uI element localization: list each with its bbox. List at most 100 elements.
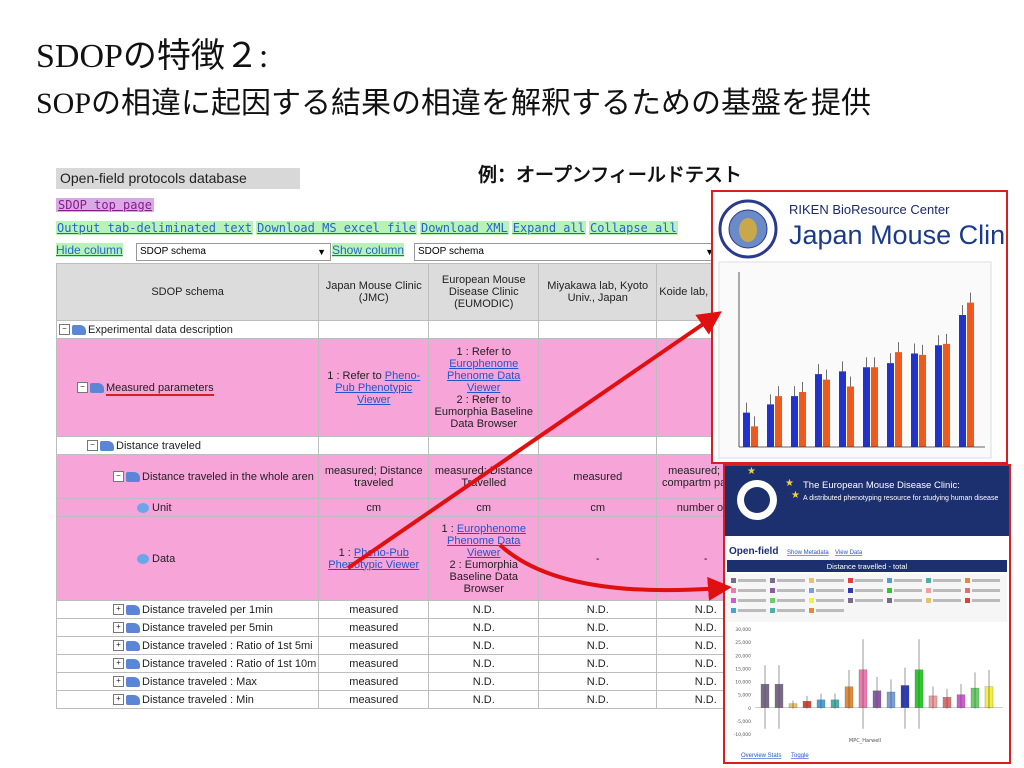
row-label[interactable]: − Measured parameters [55,338,320,437]
download-links: Output tab-deliminated text Download MS … [56,221,678,235]
cell-text: 2 : Eumorphia Baseline Data Browser [449,558,519,595]
legend-label-placeholder [738,599,766,602]
collapse-icon[interactable]: − [77,382,88,394]
row-label[interactable]: + Distance traveled per 1min [55,600,320,619]
legend-swatch [848,588,853,593]
folder-icon [126,471,140,482]
output-tab-text-link[interactable]: Output tab-deliminated text [56,221,254,235]
legend-swatch [965,578,970,583]
show-column-select[interactable]: SDOP schema ▼ [414,243,719,261]
legend-label-placeholder [777,579,805,582]
eumodic-panel-graphic: ★ ★ ★ The European Mouse Disease Clinic:… [725,466,1009,759]
legend-label-placeholder [933,599,961,602]
hide-column-select[interactable]: SDOP schema ▼ [136,243,331,261]
legend-label-placeholder [738,609,766,612]
row-label-text: Distance traveled : Ratio of 1st 10m [142,657,317,670]
star-icon: ★ [785,478,794,489]
table-row: Data 1 : Pheno-Pub Phenotypic Viewer 1 :… [55,516,756,601]
show-metadata-link[interactable]: Show Metadata [787,550,829,556]
miyakawa-cell: N.D. [538,636,658,655]
expand-icon[interactable]: + [113,694,124,706]
sdop-top-page-link[interactable]: SDOP top page [56,198,154,212]
jmc-bar [751,426,758,447]
miyakawa-cell: N.D. [538,690,658,709]
collapse-icon[interactable]: − [59,324,70,336]
expand-icon[interactable]: + [113,658,124,670]
header-jmc: Japan Mouse Clinic (JMC) [318,263,430,321]
legend-swatch [809,588,814,593]
row-label: Unit [55,498,320,517]
y-tick-label: -5,000 [736,719,751,725]
legend-label-placeholder [816,589,844,592]
eumodic-cell: N.D. [428,672,540,691]
legend-swatch [887,598,892,603]
toggle-link[interactable]: Toggle [791,753,809,759]
jmc-bar [767,404,774,447]
row-label[interactable]: + Distance traveled : Ratio of 1st 10m [55,654,320,673]
legend-swatch [770,608,775,613]
jmc-cell: measured [318,600,430,619]
table-row: + Distance traveled per 1min measured N.D… [55,600,756,619]
table-header-row: SDOP schema Japan Mouse Clinic (JMC) Eur… [55,263,756,321]
legend-swatch [770,588,775,593]
expand-icon[interactable]: + [113,640,124,652]
jmc-bar [743,412,750,447]
overview-stats-link[interactable]: Overview Stats [741,753,781,759]
expand-all-link[interactable]: Expand all [511,221,586,235]
view-data-link[interactable]: View Data [835,550,863,556]
database-title: Open-field protocols database [56,168,300,189]
sdop-table: SDOP schema Japan Mouse Clinic (JMC) Eur… [55,263,756,709]
jmc-bar [839,371,846,447]
table-row: + Distance traveled : Ratio of 1st 5mi me… [55,636,756,655]
miyakawa-cell: N.D. [538,618,658,637]
jmc-bar [959,315,966,447]
jmc-cell: measured [318,618,430,637]
row-label-text: Distance traveled per 5min [142,621,273,634]
download-excel-link[interactable]: Download MS excel file [256,221,418,235]
legend-label-placeholder [894,599,922,602]
show-column-link[interactable]: Show column [332,243,405,257]
europhenome-link[interactable]: Europhenome Phenome Data Viewer [447,523,526,559]
legend-swatch [809,578,814,583]
legend-label-placeholder [894,579,922,582]
expand-icon[interactable]: + [113,676,124,688]
download-xml-link[interactable]: Download XML [420,221,509,235]
legend-swatch [848,598,853,603]
miyakawa-cell: N.D. [538,600,658,619]
collapse-icon[interactable]: − [87,440,98,452]
cell-text: 1 : [338,546,354,559]
header-miyakawa: Miyakawa lab, Kyoto Univ., Japan [538,263,658,321]
jmc-bar [967,302,974,447]
jmc-bar [935,345,942,447]
slide-title: SDOPの特徴２: [36,38,269,75]
row-label[interactable]: + Distance traveled : Max [55,672,320,691]
jmc-bar [919,354,926,447]
row-label-text: Measured parameters [106,381,214,396]
star-icon: ★ [791,490,800,501]
legend-label-placeholder [855,579,883,582]
legend-label-placeholder [933,579,961,582]
expand-icon[interactable]: + [113,622,124,634]
folder-icon [126,604,140,615]
row-label-text: Distance traveled : Max [142,675,257,688]
miyakawa-cell: - [538,516,658,601]
row-label[interactable]: − Experimental data description [55,320,320,339]
leaf-icon [137,553,149,564]
hide-column-link[interactable]: Hide column [56,243,123,257]
eumodic-cell: measured; Distance Travelled [428,454,540,499]
row-label[interactable]: + Distance traveled : Ratio of 1st 5mi [55,636,320,655]
row-label[interactable]: − Distance traveled [55,436,320,455]
legend-swatch [926,598,931,603]
row-label[interactable]: + Distance traveled : Min [55,690,320,709]
collapse-all-link[interactable]: Collapse all [588,221,678,235]
row-label[interactable]: + Distance traveled per 5min [55,618,320,637]
legend-label-placeholder [816,609,844,612]
legend-label-placeholder [738,579,766,582]
miyakawa-cell: N.D. [538,654,658,673]
collapse-icon[interactable]: − [113,471,124,483]
row-label[interactable]: − Distance traveled in the whole aren [55,454,320,499]
legend-label-placeholder [972,589,1000,592]
folder-icon [126,694,140,705]
expand-icon[interactable]: + [113,604,124,616]
europhenome-link[interactable]: Europhenome Phenome Data Viewer [447,358,520,394]
